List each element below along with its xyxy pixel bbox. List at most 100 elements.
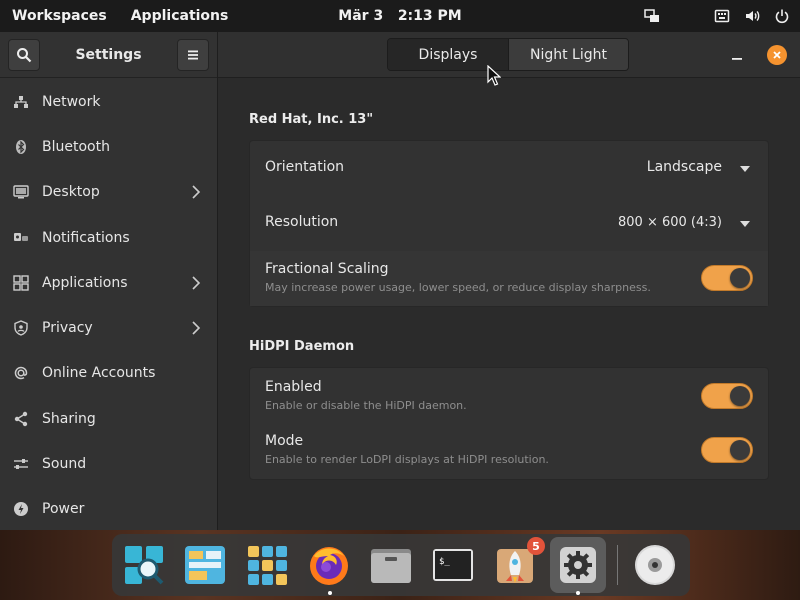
sidebar-item-label: Bluetooth xyxy=(42,138,110,155)
sidebar-item-label: Applications xyxy=(42,274,128,291)
power-icon xyxy=(13,501,29,517)
chevron-right-icon xyxy=(192,276,201,290)
dock-settings[interactable] xyxy=(550,537,606,593)
hamburger-icon xyxy=(188,50,198,59)
sidebar-list: Network Bluetooth Desktop Notifications … xyxy=(0,78,217,532)
hidpi-mode-toggle[interactable] xyxy=(701,437,753,463)
hidpi-mode-row: Mode Enable to render LoDPI displays at … xyxy=(250,423,768,479)
applications-button[interactable]: Applications xyxy=(131,8,229,24)
privacy-icon xyxy=(13,320,29,336)
hidpi-enabled-toggle[interactable] xyxy=(701,383,753,409)
sidebar-item-power[interactable]: Power xyxy=(0,487,217,532)
sidebar-item-sharing[interactable]: Sharing xyxy=(0,396,217,441)
sidebar-header: Settings xyxy=(0,32,217,78)
search-button[interactable] xyxy=(8,38,40,71)
sidebar-item-label: Desktop xyxy=(42,184,100,201)
sidebar-item-privacy[interactable]: Privacy xyxy=(0,305,217,350)
disc-icon xyxy=(635,545,675,585)
sidebar-item-online-accounts[interactable]: Online Accounts xyxy=(0,351,217,396)
sharing-icon xyxy=(13,411,29,427)
sidebar-item-bluetooth[interactable]: Bluetooth xyxy=(0,124,217,169)
display-indicator-icon[interactable] xyxy=(644,8,660,24)
menu-button[interactable] xyxy=(177,38,209,71)
sidebar-item-applications[interactable]: Applications xyxy=(0,260,217,305)
sidebar-item-label: Online Accounts xyxy=(42,365,156,382)
minimize-button[interactable] xyxy=(731,48,743,62)
resolution-row[interactable]: Resolution 800 × 600 (4:3) xyxy=(250,196,768,251)
sidebar-item-network[interactable]: Network xyxy=(0,79,217,124)
fractional-scaling-row: Fractional Scaling May increase power us… xyxy=(250,251,768,306)
view-switcher: Displays Night Light xyxy=(387,38,629,71)
folder-icon xyxy=(371,549,411,583)
updates-badge: 5 xyxy=(527,537,545,555)
toggle-knob xyxy=(730,386,750,406)
orientation-value[interactable]: Landscape xyxy=(647,159,722,175)
fractional-scaling-toggle[interactable] xyxy=(701,265,753,291)
hidpi-section-title: HiDPI Daemon xyxy=(249,339,355,354)
sidebar-item-label: Privacy xyxy=(42,320,93,337)
top-panel: Workspaces Applications Mär 3 2:13 PM xyxy=(0,0,800,32)
desktop-icon xyxy=(13,184,29,200)
settings-window: Settings Network Bluetooth Desktop Notif… xyxy=(0,32,800,530)
hidpi-card: Enabled Enable or disable the HiDPI daem… xyxy=(249,367,769,480)
resolution-value[interactable]: 800 × 600 (4:3) xyxy=(618,215,722,230)
toggle-knob xyxy=(730,440,750,460)
dropdown-arrow-icon[interactable] xyxy=(740,166,750,172)
workspaces-button[interactable]: Workspaces xyxy=(12,8,107,24)
running-indicator xyxy=(576,591,580,595)
hidpi-enabled-label: Enabled xyxy=(265,379,322,395)
workspace-app-icon xyxy=(185,546,225,584)
dock-app-grid[interactable] xyxy=(244,542,290,588)
toggle-knob xyxy=(730,268,750,288)
bluetooth-icon xyxy=(13,139,29,155)
dock-terminal[interactable]: $_ xyxy=(430,542,476,588)
tab-night-light[interactable]: Night Light xyxy=(508,39,628,70)
display-settings-card: Orientation Landscape Resolution 800 × 6… xyxy=(249,140,769,307)
sidebar: Settings Network Bluetooth Desktop Notif… xyxy=(0,32,218,530)
resolution-label: Resolution xyxy=(265,214,339,230)
dock-separator xyxy=(617,545,618,585)
dock-search-app[interactable] xyxy=(121,542,167,588)
fractional-scaling-description: May increase power usage, lower speed, o… xyxy=(265,281,651,294)
hidpi-mode-label: Mode xyxy=(265,433,304,449)
close-button[interactable] xyxy=(767,45,787,65)
dock-file-manager[interactable] xyxy=(368,542,414,588)
sidebar-item-label: Notifications xyxy=(42,229,130,246)
network-icon xyxy=(13,94,29,110)
search-icon xyxy=(17,47,32,62)
power-indicator-icon[interactable] xyxy=(774,8,790,24)
search-app-icon xyxy=(125,546,164,585)
close-icon xyxy=(773,51,781,59)
svg-text:$_: $_ xyxy=(439,557,450,567)
running-indicator xyxy=(328,591,332,595)
hidpi-enabled-description: Enable or disable the HiDPI daemon. xyxy=(265,399,467,412)
applications-icon xyxy=(13,275,29,291)
sound-icon xyxy=(13,456,29,472)
dock-disc-app[interactable] xyxy=(632,542,678,588)
firefox-icon xyxy=(310,547,348,585)
sidebar-item-notifications[interactable]: Notifications xyxy=(0,215,217,260)
terminal-icon: $_ xyxy=(433,549,473,581)
sidebar-item-label: Power xyxy=(42,501,85,518)
displays-page: Red Hat, Inc. 13" Orientation Landscape … xyxy=(218,78,800,530)
keyboard-indicator-icon[interactable] xyxy=(714,8,730,24)
sidebar-item-desktop[interactable]: Desktop xyxy=(0,170,217,215)
sidebar-item-sound[interactable]: Sound xyxy=(0,441,217,486)
volume-icon[interactable] xyxy=(744,8,760,24)
hidpi-enabled-row: Enabled Enable or disable the HiDPI daem… xyxy=(250,368,768,423)
gear-icon xyxy=(560,547,596,583)
dock-firefox[interactable] xyxy=(306,542,352,588)
dock-files-app[interactable] xyxy=(182,542,228,588)
sidebar-title: Settings xyxy=(75,46,142,63)
orientation-row[interactable]: Orientation Landscape xyxy=(250,141,768,196)
header-bar: Displays Night Light xyxy=(218,32,800,78)
dropdown-arrow-icon[interactable] xyxy=(740,221,750,227)
sidebar-item-label: Sharing xyxy=(42,410,96,427)
chevron-right-icon xyxy=(192,185,201,199)
clock-time[interactable]: 2:13 PM xyxy=(398,8,462,24)
mouse-cursor-icon xyxy=(487,65,501,86)
at-icon xyxy=(13,365,29,381)
clock-date[interactable]: Mär 3 xyxy=(338,8,383,24)
chevron-right-icon xyxy=(192,321,201,335)
fractional-scaling-label: Fractional Scaling xyxy=(265,261,389,277)
